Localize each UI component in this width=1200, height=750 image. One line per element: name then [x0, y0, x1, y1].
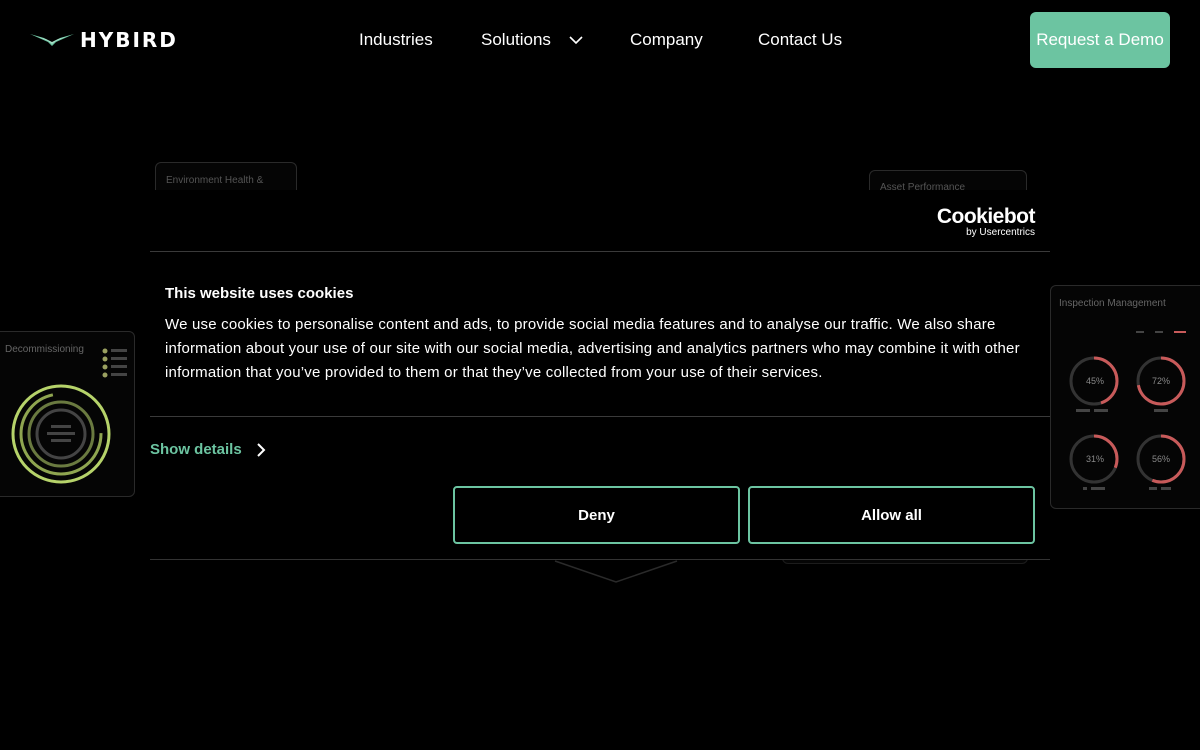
decommissioning-rings-chart	[11, 348, 127, 484]
decommissioning-card: Decommissioning	[0, 331, 135, 497]
gauge-label-3: 31%	[1086, 454, 1105, 464]
show-details-label: Show details	[150, 441, 242, 458]
nav-link-company[interactable]: Company	[630, 30, 703, 50]
wing-icon	[30, 34, 74, 46]
top-navigation: HYBIRD Industries Solutions Company Cont…	[0, 0, 1200, 80]
divider-middle	[150, 416, 1050, 417]
show-details-link[interactable]: Show details	[150, 441, 266, 458]
gauge-label-2: 72%	[1152, 376, 1171, 386]
hybird-logo[interactable]: HYBIRD	[30, 30, 178, 50]
cookie-consent-dialog: Cookiebot by Usercentrics This website u…	[150, 190, 1050, 560]
allow-all-button[interactable]: Allow all	[748, 486, 1035, 544]
cookie-description: We use cookies to personalise content an…	[165, 316, 1020, 381]
divider-top	[150, 251, 1050, 252]
nav-link-solutions[interactable]: Solutions	[481, 30, 551, 50]
inspection-management-card: Inspection Management 45% 72% 31% 56%	[1050, 285, 1200, 509]
cookiebot-logo: Cookiebot by Usercentrics	[936, 205, 1036, 238]
nav-link-contact-us[interactable]: Contact Us	[758, 30, 842, 50]
gauge-label-4: 56%	[1152, 454, 1171, 464]
env-card-label: Environment Health &	[166, 175, 264, 186]
request-demo-button[interactable]: Request a Demo	[1030, 12, 1170, 68]
cookiebot-brand-sub: by Usercentrics	[966, 227, 1035, 238]
chevron-right-icon	[256, 442, 266, 457]
chevron-down-icon[interactable]	[568, 32, 584, 48]
inspection-gauges-chart	[1069, 331, 1186, 490]
deny-button[interactable]: Deny	[453, 486, 740, 544]
cookie-title: This website uses cookies	[165, 285, 354, 302]
nav-link-industries[interactable]: Industries	[359, 30, 433, 50]
gauge-label-1: 45%	[1086, 376, 1105, 386]
cookiebot-brand: Cookiebot	[936, 205, 1036, 228]
logo-text: HYBIRD	[80, 28, 178, 52]
